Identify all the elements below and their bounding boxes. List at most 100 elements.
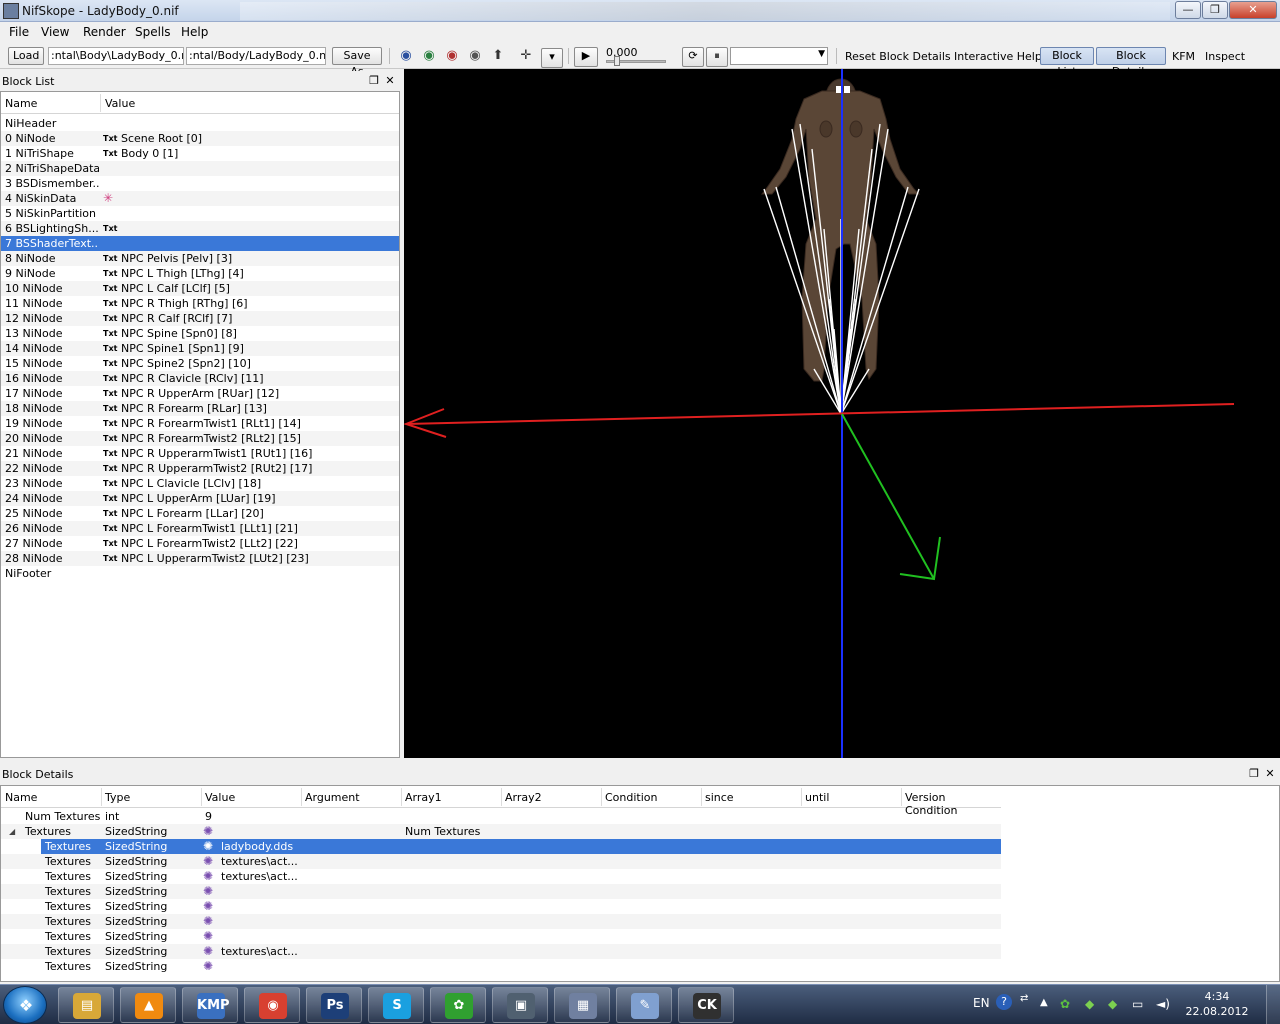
- column-name[interactable]: Name: [5, 97, 37, 110]
- column-array2[interactable]: Array2: [505, 791, 542, 804]
- column-divider[interactable]: [301, 788, 302, 806]
- block-list-row[interactable]: 17 NiNode Txt NPC R UpperArm [RUar] [12]: [1, 386, 399, 401]
- kfm-toggle[interactable]: KFM: [1172, 50, 1195, 63]
- tray-app-icon[interactable]: ◆: [1108, 997, 1117, 1011]
- interactive-help-button[interactable]: Interactive Help: [954, 50, 1042, 63]
- close-button[interactable]: ✕: [1229, 1, 1277, 19]
- taskbar-app-paint[interactable]: ✎: [616, 987, 672, 1023]
- block-list-row[interactable]: 5 NiSkinPartition: [1, 206, 399, 221]
- block-list-row[interactable]: 16 NiNode Txt NPC R Clavicle [RClv] [11]: [1, 371, 399, 386]
- load-path-input[interactable]: :ntal\Body\LadyBody_0.nif: [48, 47, 184, 65]
- save-path-input[interactable]: :ntal/Body/LadyBody_0.nif: [186, 47, 326, 65]
- column-divider[interactable]: [901, 788, 902, 806]
- tray-app-icon[interactable]: ◆: [1085, 997, 1094, 1011]
- network-icon[interactable]: ▭: [1132, 997, 1143, 1011]
- column-divider[interactable]: [401, 788, 402, 806]
- block-list-row[interactable]: 24 NiNode Txt NPC L UpperArm [LUar] [19]: [1, 491, 399, 506]
- detail-row[interactable]: Num Textures int 9: [1, 809, 1001, 824]
- maximize-button[interactable]: ❐: [1202, 1, 1228, 19]
- taskbar-app-kmplayer[interactable]: KMP: [182, 987, 238, 1023]
- detail-row[interactable]: ◢ Textures SizedString ✺ Num Textures: [1, 824, 1001, 839]
- block-list-row[interactable]: 23 NiNode Txt NPC L Clavicle [LClv] [18]: [1, 476, 399, 491]
- menu-render[interactable]: Render: [83, 25, 126, 39]
- block-list-row[interactable]: 27 NiNode Txt NPC L ForearmTwist2 [LLt2] […: [1, 536, 399, 551]
- detail-value[interactable]: textures\act...: [221, 944, 298, 959]
- column-until[interactable]: until: [805, 791, 829, 804]
- block-list-toggle[interactable]: Block List: [1040, 47, 1094, 78]
- column-divider[interactable]: [601, 788, 602, 806]
- system-clock[interactable]: 4:34 22.08.2012: [1180, 989, 1254, 1019]
- block-list-row[interactable]: 15 NiNode Txt NPC Spine2 [Spn2] [10]: [1, 356, 399, 371]
- taskbar-app-photoshop[interactable]: Ps: [306, 987, 362, 1023]
- column-divider[interactable]: [801, 788, 802, 806]
- column-type[interactable]: Type: [105, 791, 130, 804]
- detail-row[interactable]: Textures SizedString ✺: [1, 899, 1001, 914]
- float-panel-icon[interactable]: ❐: [1248, 767, 1260, 780]
- column-divider[interactable]: [100, 94, 101, 112]
- float-panel-icon[interactable]: ❐: [368, 74, 380, 87]
- view-front-icon[interactable]: ◉: [421, 48, 437, 64]
- block-list-tree[interactable]: Name Value NiHeader 0 NiNode Txt Scene Root…: [0, 91, 400, 758]
- menu-file[interactable]: File: [9, 25, 29, 39]
- keyboard-icon[interactable]: ⇄: [1020, 993, 1028, 1004]
- block-list-row[interactable]: 26 NiNode Txt NPC L ForearmTwist1 [LLt1] […: [1, 521, 399, 536]
- taskbar-app-skype[interactable]: S: [368, 987, 424, 1023]
- detail-value[interactable]: 9: [205, 809, 212, 824]
- close-panel-icon[interactable]: ✕: [384, 74, 396, 87]
- detail-row[interactable]: Textures SizedString ✺: [1, 929, 1001, 944]
- time-slider-handle[interactable]: [614, 56, 620, 66]
- taskbar-app-explorer[interactable]: ▤: [58, 987, 114, 1023]
- column-value[interactable]: Value: [205, 791, 235, 804]
- block-list-row[interactable]: 0 NiNode Txt Scene Root [0]: [1, 131, 399, 146]
- column-condition[interactable]: Condition: [605, 791, 658, 804]
- block-list-row[interactable]: 20 NiNode Txt NPC R ForearmTwist2 [RLt2] […: [1, 431, 399, 446]
- show-desktop-button[interactable]: [1266, 985, 1280, 1024]
- detail-row[interactable]: Textures SizedString ✺: [1, 914, 1001, 929]
- animation-sequence-select[interactable]: ▼: [730, 47, 828, 65]
- taskbar-app-monitor[interactable]: ▣: [492, 987, 548, 1023]
- block-list-row[interactable]: 13 NiNode Txt NPC Spine [Spn0] [8]: [1, 326, 399, 341]
- start-button[interactable]: ❖: [3, 986, 47, 1024]
- minimize-button[interactable]: —: [1175, 1, 1201, 19]
- loop-animation-button[interactable]: ⟳: [682, 47, 704, 67]
- taskbar-app-icq[interactable]: ✿: [430, 987, 486, 1023]
- detail-row[interactable]: Textures SizedString ✺ textures\act...: [1, 944, 1001, 959]
- save-as-button[interactable]: Save As: [332, 47, 382, 78]
- taskbar-app-creation-kit[interactable]: CK: [678, 987, 734, 1023]
- taskbar-app-vlc[interactable]: ▲: [120, 987, 176, 1023]
- block-list-row[interactable]: 2 NiTriShapeData: [1, 161, 399, 176]
- column-argument[interactable]: Argument: [305, 791, 360, 804]
- block-list-row[interactable]: NiHeader: [1, 116, 399, 131]
- block-list-row[interactable]: 21 NiNode Txt NPC R UpperarmTwist1 [RUt1] …: [1, 446, 399, 461]
- detail-row[interactable]: Textures SizedString ✺ textures\act...: [1, 854, 1001, 869]
- block-list-row[interactable]: 4 NiSkinData ✳: [1, 191, 399, 206]
- column-divider[interactable]: [201, 788, 202, 806]
- column-value[interactable]: Value: [105, 97, 135, 110]
- block-list-row[interactable]: 9 NiNode Txt NPC L Thigh [LThg] [4]: [1, 266, 399, 281]
- walk-mode-icon[interactable]: ⬆: [490, 48, 506, 64]
- inspect-toggle[interactable]: Inspect: [1205, 50, 1245, 63]
- show-hidden-icons-icon[interactable]: ▲: [1040, 997, 1048, 1008]
- column-name[interactable]: Name: [5, 791, 37, 804]
- language-indicator[interactable]: EN: [973, 996, 990, 1010]
- menu-view[interactable]: View: [41, 25, 69, 39]
- view-dropdown-button[interactable]: ▾: [541, 48, 563, 68]
- detail-row[interactable]: Textures SizedString ✺ ladybody.dds: [1, 839, 1001, 854]
- render-viewport[interactable]: [404, 69, 1280, 758]
- block-list-row[interactable]: 10 NiNode Txt NPC L Calf [LClf] [5]: [1, 281, 399, 296]
- view-side-icon[interactable]: ◉: [444, 48, 460, 64]
- block-details-toggle[interactable]: Block Details: [1096, 47, 1166, 78]
- column-divider[interactable]: [501, 788, 502, 806]
- view-top-icon[interactable]: ◉: [398, 48, 414, 64]
- taskbar-app-nifskope[interactable]: ▦: [554, 987, 610, 1023]
- block-list-row[interactable]: 28 NiNode Txt NPC L UpperarmTwist2 [LUt2] …: [1, 551, 399, 566]
- detail-value[interactable]: textures\act...: [221, 869, 298, 884]
- switch-animation-button[interactable]: ⏸: [706, 47, 728, 67]
- close-panel-icon[interactable]: ✕: [1264, 767, 1276, 780]
- block-list-row[interactable]: 3 BSDismember...: [1, 176, 399, 191]
- block-list-row[interactable]: 18 NiNode Txt NPC R Forearm [RLar] [13]: [1, 401, 399, 416]
- menu-help[interactable]: Help: [181, 25, 208, 39]
- taskbar-app-chrome[interactable]: ◉: [244, 987, 300, 1023]
- block-list-row[interactable]: 11 NiNode Txt NPC R Thigh [RThg] [6]: [1, 296, 399, 311]
- axes-icon[interactable]: ✛: [518, 48, 534, 64]
